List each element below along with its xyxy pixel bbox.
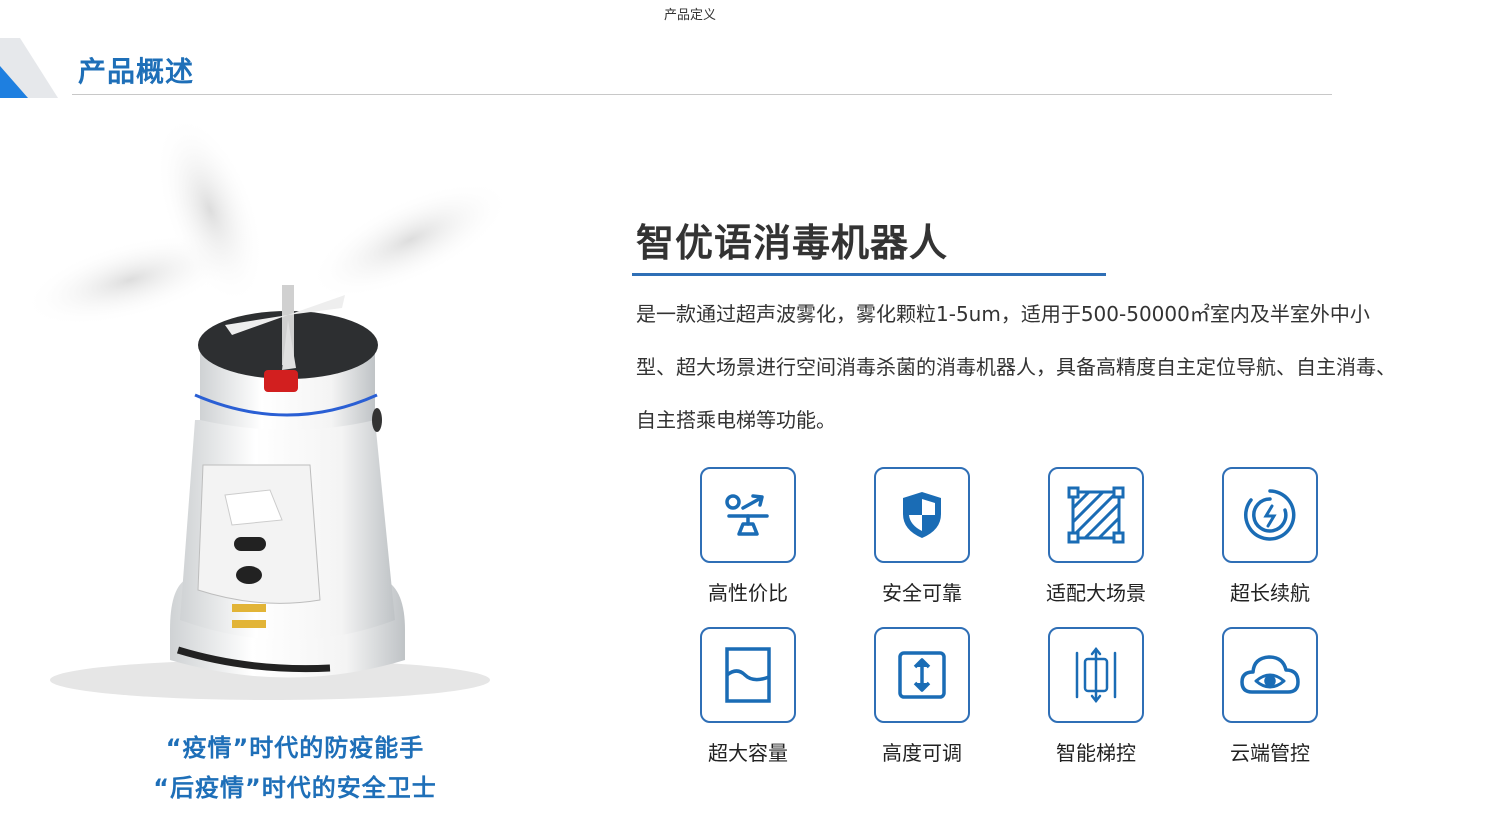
feature-label: 适配大场景 bbox=[1046, 581, 1146, 605]
section-divider bbox=[72, 94, 1332, 95]
elevator-icon bbox=[1048, 627, 1144, 723]
product-name: 智优语消毒机器人 bbox=[636, 221, 949, 265]
area-icon bbox=[1048, 467, 1144, 563]
cloud-eye-icon bbox=[1222, 627, 1318, 723]
shield-icon bbox=[874, 467, 970, 563]
feature-label: 超大容量 bbox=[708, 741, 788, 765]
feature-label: 高度可调 bbox=[882, 741, 962, 765]
feature-label: 云端管控 bbox=[1230, 741, 1310, 765]
slogan-line-2: “后疫情”时代的安全卫士 bbox=[153, 774, 437, 802]
feature-smart-elevator: 智能梯控 bbox=[1036, 627, 1156, 766]
tank-icon bbox=[700, 627, 796, 723]
feature-label: 智能梯控 bbox=[1056, 741, 1136, 765]
product-description: 是一款通过超声波雾化，雾化颗粒1-5um，适用于500-50000㎡室内及半室外… bbox=[636, 302, 1396, 432]
robot-image bbox=[23, 120, 512, 700]
feature-label: 超长续航 bbox=[1230, 581, 1310, 605]
top-caption: 产品定义 bbox=[663, 8, 716, 23]
feature-large-scene: 适配大场景 bbox=[1036, 467, 1156, 606]
corner-decoration bbox=[0, 38, 58, 98]
feature-cloud-control: 云端管控 bbox=[1210, 627, 1330, 766]
battery-cycle-icon bbox=[1222, 467, 1318, 563]
product-title-underline bbox=[632, 273, 1106, 276]
feature-large-capacity: 超大容量 bbox=[688, 627, 808, 766]
feature-label: 安全可靠 bbox=[882, 581, 962, 605]
feature-cost-effective: 高性价比 bbox=[688, 467, 808, 606]
scale-icon bbox=[700, 467, 796, 563]
feature-height-adjustable: 高度可调 bbox=[862, 627, 982, 766]
slogan-line-1: “疫情”时代的防疫能手 bbox=[165, 734, 425, 762]
section-title: 产品概述 bbox=[78, 55, 195, 88]
feature-long-endurance: 超长续航 bbox=[1210, 467, 1330, 606]
height-adjust-icon bbox=[874, 627, 970, 723]
feature-safe-reliable: 安全可靠 bbox=[862, 467, 982, 606]
feature-label: 高性价比 bbox=[708, 581, 788, 605]
